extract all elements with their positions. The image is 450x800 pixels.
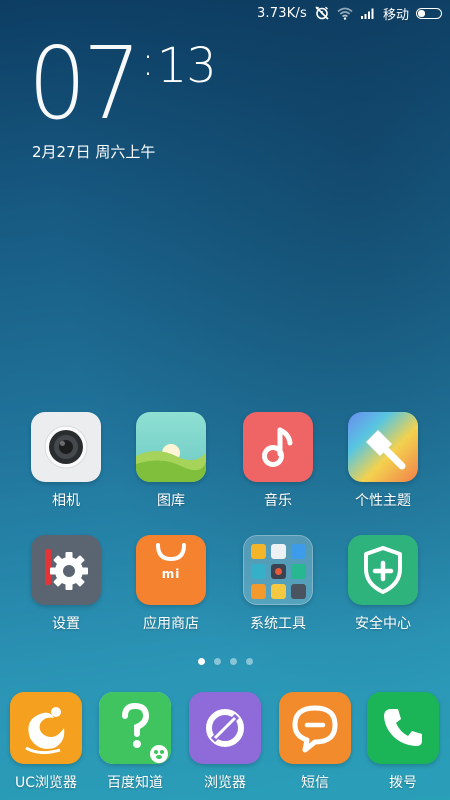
battery-icon — [416, 7, 442, 19]
dock-baidu-zhidao[interactable]: 百度知道 — [85, 692, 185, 792]
clock-widget[interactable]: 07 : 13 — [28, 25, 217, 142]
camera-icon — [31, 412, 101, 482]
gallery-icon — [136, 412, 206, 482]
page-dot-active[interactable] — [197, 658, 205, 665]
app-camera[interactable]: 相机 — [16, 412, 116, 510]
app-settings[interactable]: 设置 — [16, 535, 116, 633]
app-label: 设置 — [52, 616, 80, 632]
page-dot[interactable] — [229, 658, 237, 665]
app-music[interactable]: 音乐 — [228, 412, 328, 510]
dock-sms[interactable]: 短信 — [265, 692, 365, 792]
app-label: 短信 — [301, 775, 329, 791]
phone-icon — [367, 692, 439, 764]
music-icon — [243, 412, 313, 482]
page-dot[interactable] — [245, 658, 253, 665]
uc-browser-icon — [10, 692, 82, 764]
page-dot[interactable] — [213, 658, 221, 665]
app-label: UC浏览器 — [14, 775, 78, 791]
clock-minute: 13 — [156, 38, 217, 94]
clock-hour: 07 — [28, 25, 141, 142]
app-label: 图库 — [157, 493, 185, 509]
app-security[interactable]: 安全中心 — [333, 535, 433, 633]
settings-gear-icon — [31, 535, 101, 605]
app-label: 拨号 — [389, 775, 417, 791]
store-mi-badge: mi — [161, 567, 181, 581]
clock-colon: : — [141, 39, 155, 85]
home-screen: 3.73K/s 移动 07: 13 2月27日 周六上午 相机 图库 音乐 个… — [0, 0, 450, 800]
app-label: 应用商店 — [143, 616, 199, 632]
app-label: 音乐 — [264, 493, 292, 509]
app-label: 相机 — [52, 493, 80, 509]
page-indicator[interactable] — [0, 658, 450, 665]
app-store[interactable]: mi 应用商店 — [121, 535, 221, 633]
wifi-icon — [337, 7, 353, 20]
app-gallery[interactable]: 图库 — [121, 412, 221, 510]
app-label: 百度知道 — [107, 775, 163, 791]
browser-icon — [189, 692, 261, 764]
app-store-bag-icon: mi — [136, 535, 206, 605]
app-label: 系统工具 — [250, 616, 306, 632]
dock-uc-browser[interactable]: UC浏览器 — [0, 692, 96, 792]
app-label: 安全中心 — [355, 616, 411, 632]
status-bar: 3.73K/s 移动 — [0, 0, 450, 26]
app-themes[interactable]: 个性主题 — [333, 412, 433, 510]
carrier-name: 移动 — [382, 7, 409, 23]
signal-icon — [360, 7, 376, 19]
clock-date[interactable]: 2月27日 周六上午 — [32, 141, 155, 162]
dock-phone[interactable]: 拨号 — [353, 692, 450, 792]
folder-icon — [243, 535, 313, 605]
theme-brush-icon — [348, 412, 418, 482]
alarm-off-icon — [314, 5, 330, 21]
baidu-zhidao-icon — [99, 692, 171, 764]
app-folder-system-tools[interactable]: 系统工具 — [228, 535, 328, 633]
shield-icon — [348, 535, 418, 605]
dock-browser[interactable]: 浏览器 — [175, 692, 275, 792]
app-label: 浏览器 — [204, 775, 246, 791]
app-label: 个性主题 — [355, 493, 411, 509]
network-speed: 3.73K/s — [256, 5, 307, 21]
sms-icon — [279, 692, 351, 764]
